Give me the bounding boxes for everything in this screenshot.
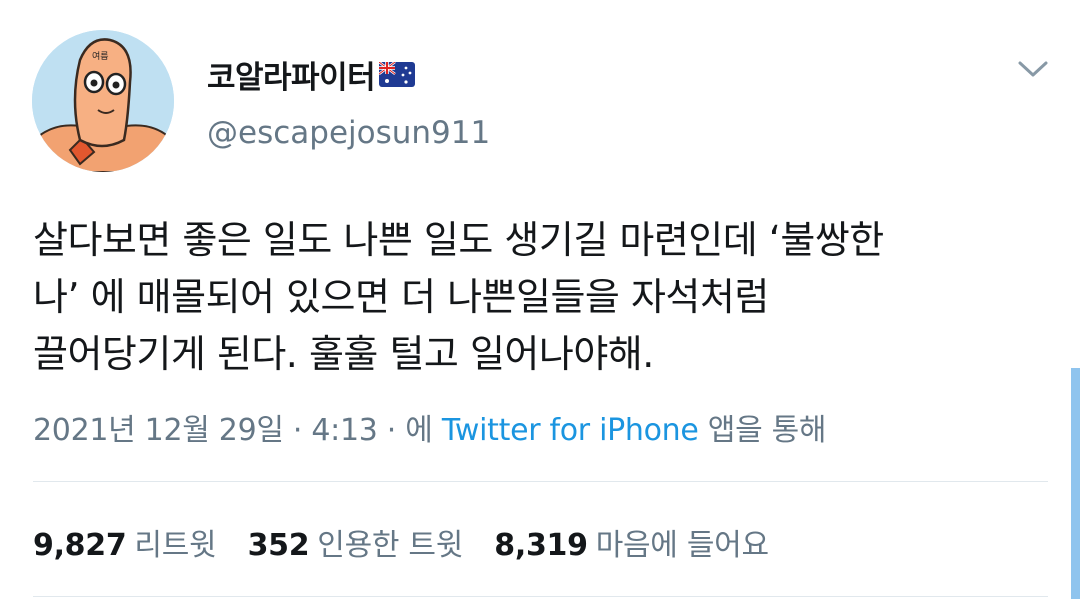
retweets-label: 리트윗: [134, 528, 217, 563]
divider: [33, 596, 1048, 597]
avatar-text: 여름: [92, 50, 109, 62]
tweet-text-line: 나’ 에 매몰되어 있으면 더 나쁜일들을 자석처럼: [33, 275, 769, 319]
scrollbar[interactable]: [1071, 368, 1080, 599]
quotes-label: 인용한 트윗: [317, 528, 464, 563]
chevron-down-icon[interactable]: [1016, 57, 1050, 81]
source-link[interactable]: Twitter for iPhone: [442, 413, 699, 448]
quotes-stat[interactable]: 352 인용한 트윗: [247, 520, 464, 564]
tweet-stats: 9,827 리트윗 352 인용한 트윗 8,319 마음에 들어요: [33, 520, 791, 564]
australia-flag-icon: [379, 62, 416, 87]
user-handle[interactable]: @escapejosun911: [207, 115, 490, 151]
tweet-text: 살다보면 좋은 일도 나쁜 일도 생기길 마련인데 ‘불쌍한 나’ 에 매몰되어…: [33, 212, 1043, 383]
avatar-illustration: 여름: [32, 30, 174, 172]
avatar[interactable]: 여름: [32, 30, 174, 172]
timestamp[interactable]: 2021년 12월 29일 · 4:13 · 에: [33, 413, 433, 448]
display-name-row[interactable]: 코알라파이터: [207, 52, 416, 97]
likes-count: 8,319: [494, 528, 588, 563]
likes-stat[interactable]: 8,319 마음에 들어요: [494, 520, 769, 564]
tweet-text-line: 살다보면 좋은 일도 나쁜 일도 생기길 마련인데 ‘불쌍한: [33, 218, 884, 262]
retweets-stat[interactable]: 9,827 리트윗: [33, 520, 217, 564]
display-name[interactable]: 코알라파이터: [207, 52, 376, 97]
retweets-count: 9,827: [33, 528, 127, 563]
tweet-meta: 2021년 12월 29일 · 4:13 · 에 Twitter for iPh…: [33, 405, 827, 449]
quotes-count: 352: [247, 528, 310, 563]
divider: [33, 481, 1048, 482]
likes-label: 마음에 들어요: [595, 528, 769, 563]
tweet-text-line: 끌어당기게 된다. 훌훌 털고 일어나야해.: [33, 332, 654, 376]
source-suffix: 앱을 통해: [707, 413, 827, 448]
